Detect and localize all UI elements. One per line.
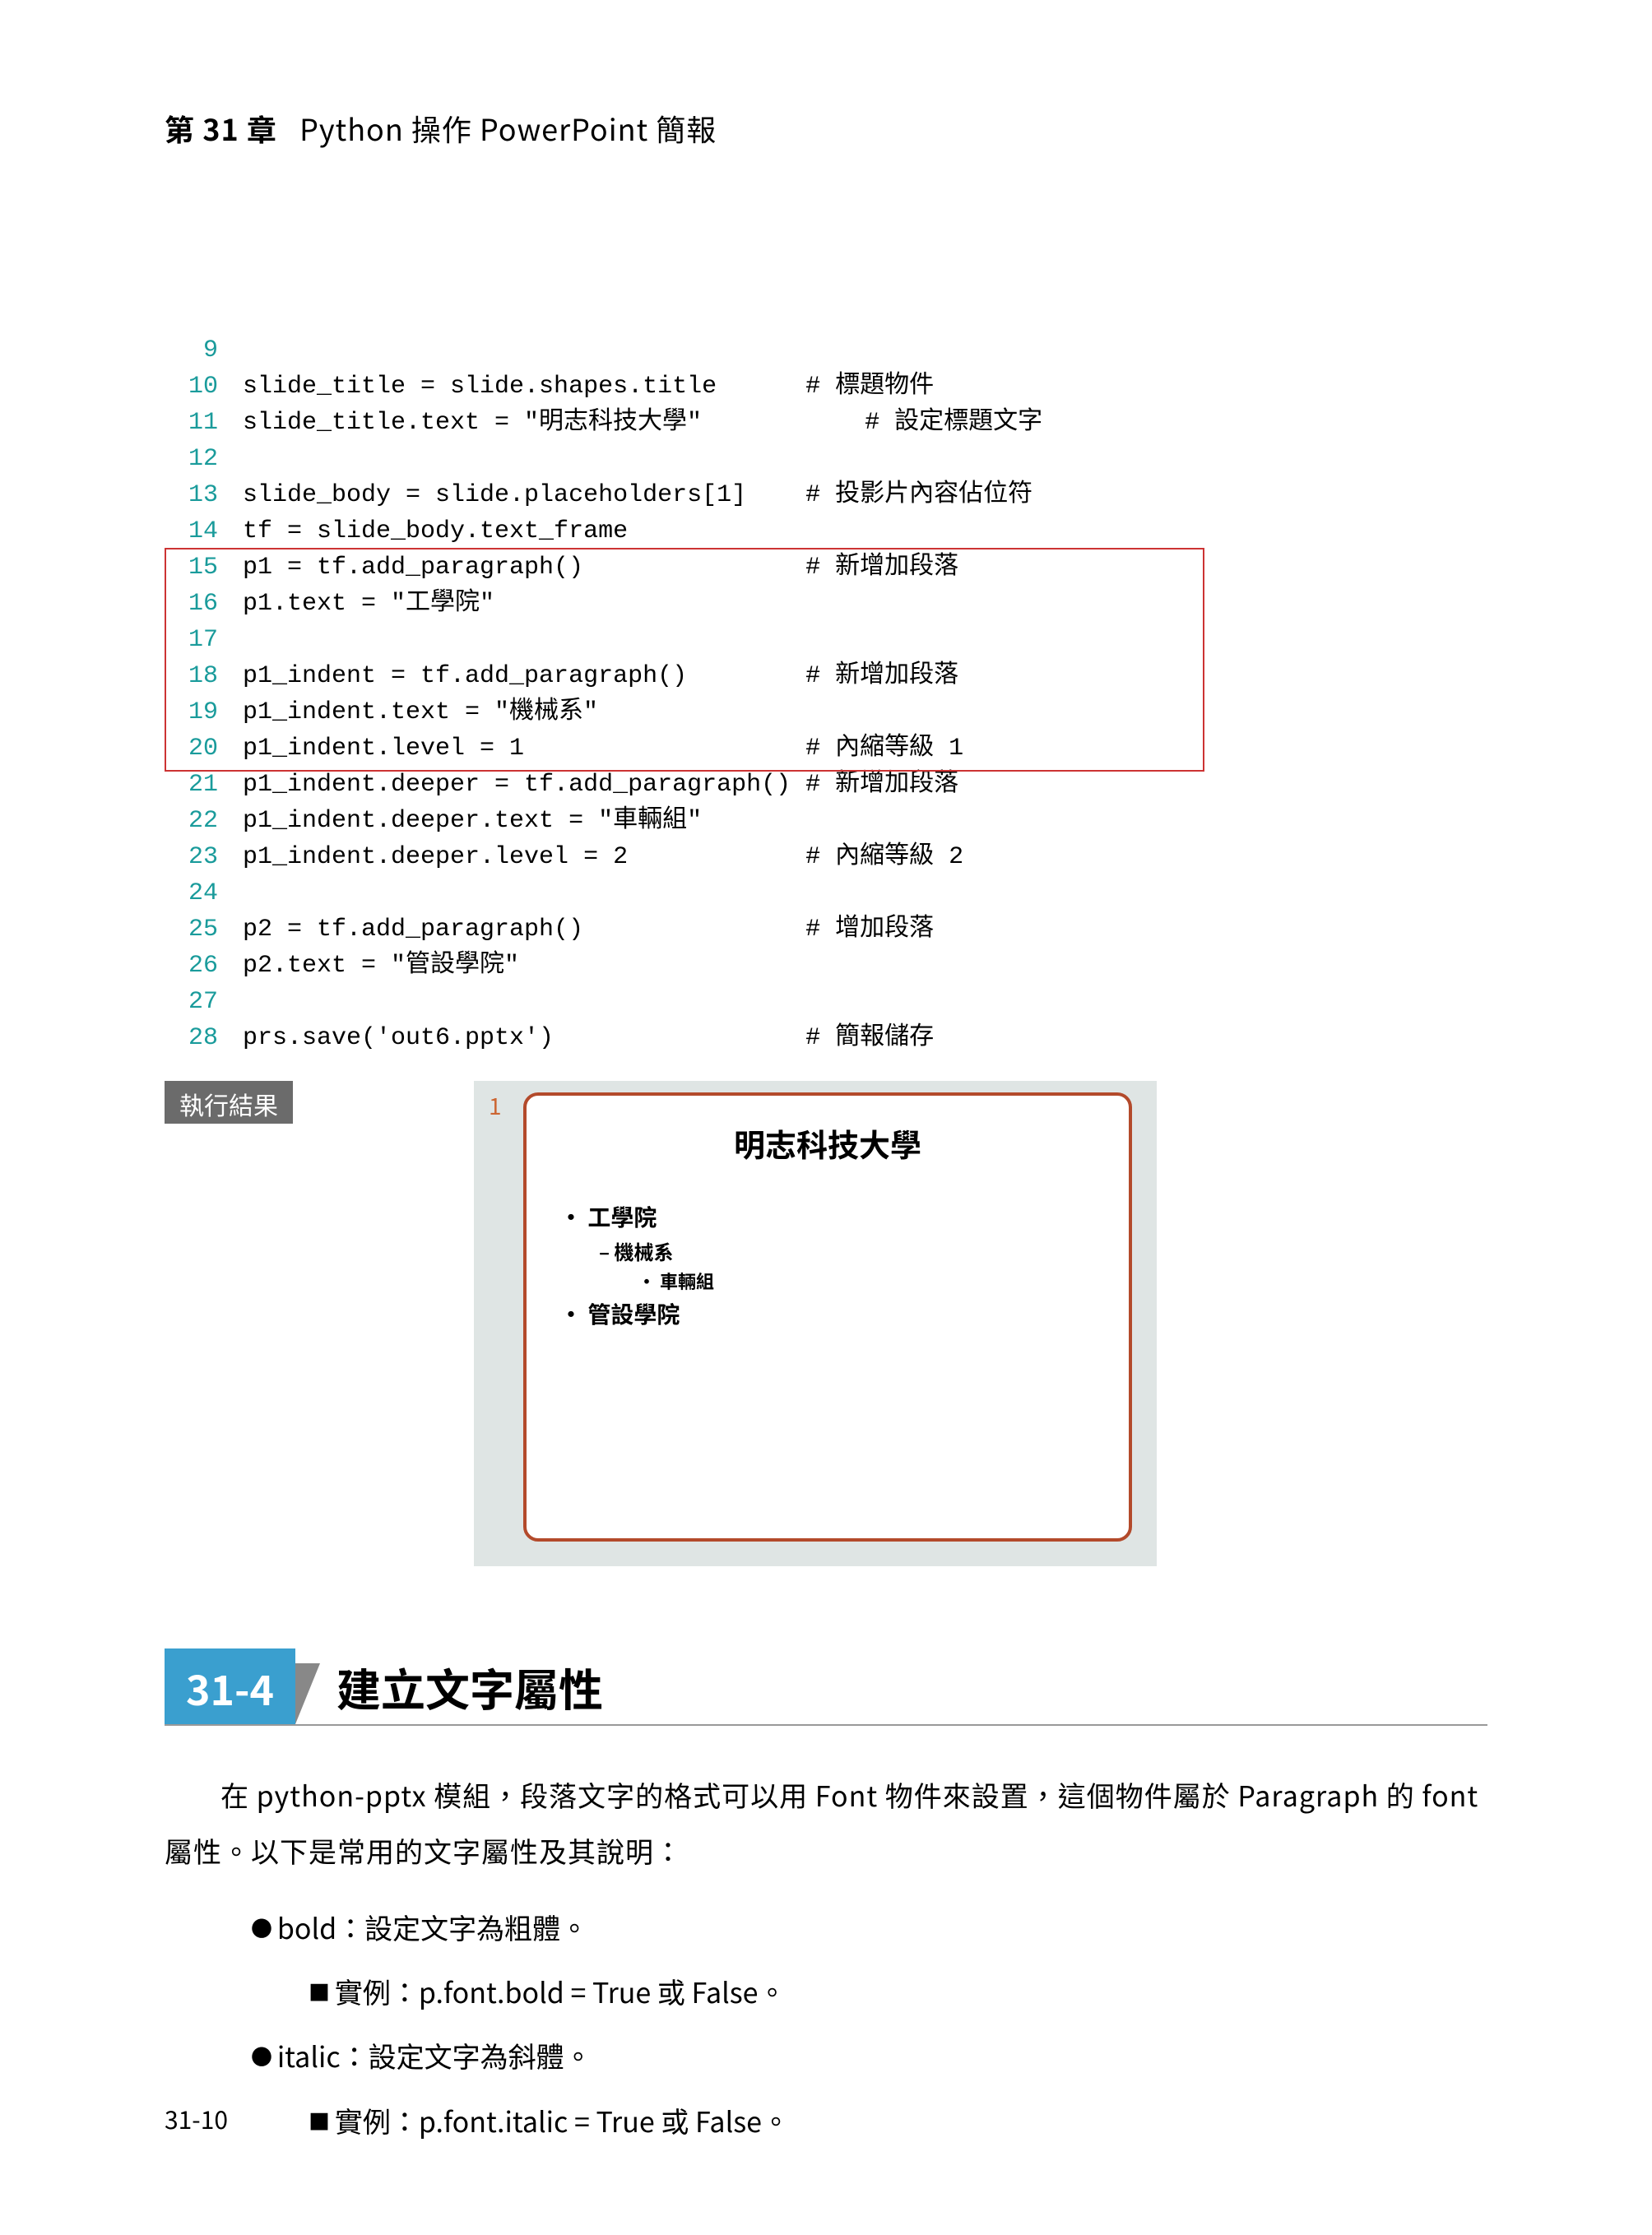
section-number: 31-4 bbox=[165, 1648, 295, 1724]
list-item: 實例：p.font.bold = True 或 False。 bbox=[165, 1959, 1487, 2024]
chapter-suffix: 章 bbox=[247, 107, 277, 150]
code-line: 26p2.text = "管設學院" bbox=[173, 948, 1487, 984]
slide-content-box: 明志科技大學 工學院機械系車輛組管設學院 bbox=[523, 1092, 1132, 1542]
section-triangle-icon bbox=[295, 1663, 320, 1724]
code-line: 19p1_indent.text = "機械系" bbox=[173, 694, 1487, 730]
code-line: 22p1_indent.deeper.text = "車輛組" bbox=[173, 803, 1487, 839]
code-line: 20p1_indent.level = 1 # 內縮等級 1 bbox=[173, 730, 1487, 767]
code-line: 17 bbox=[173, 622, 1487, 658]
attribute-list: bold：設定文字為粗體。實例：p.font.bold = True 或 Fal… bbox=[165, 1895, 1487, 2153]
code-line: 11slide_title.text = "明志科技大學" # 設定標題文字 bbox=[173, 405, 1487, 441]
code-line: 23p1_indent.deeper.level = 2 # 內縮等級 2 bbox=[173, 839, 1487, 875]
code-line: 9 bbox=[173, 332, 1487, 369]
list-item: bold：設定文字為粗體。 bbox=[165, 1895, 1487, 1959]
code-line: 16p1.text = "工學院" bbox=[173, 586, 1487, 622]
code-line: 25p2 = tf.add_paragraph() # 增加段落 bbox=[173, 911, 1487, 948]
page-number: 31-10 bbox=[165, 2100, 228, 2136]
chapter-title: Python 操作 PowerPoint 簡報 bbox=[299, 107, 717, 150]
section-title: 建立文字屬性 bbox=[336, 1654, 603, 1724]
section-heading: 31-4 建立文字屬性 bbox=[165, 1648, 1487, 1726]
code-line: 28prs.save('out6.pptx') # 簡報儲存 bbox=[173, 1020, 1487, 1056]
slide-list-item: 工學院 bbox=[559, 1199, 1096, 1236]
code-line: 10slide_title = slide.shapes.title # 標題物… bbox=[173, 369, 1487, 405]
chapter-prefix: 第 bbox=[165, 107, 195, 150]
result-label: 執行結果 bbox=[165, 1081, 293, 1124]
chapter-header: 第 31 章 Python 操作 PowerPoint 簡報 bbox=[165, 107, 1487, 150]
slide-thumbnail: 1 明志科技大學 工學院機械系車輛組管設學院 bbox=[474, 1081, 1157, 1566]
code-line: 12 bbox=[173, 441, 1487, 477]
slide-body: 工學院機械系車輛組管設學院 bbox=[559, 1199, 1096, 1333]
code-line: 15p1 = tf.add_paragraph() # 新增加段落 bbox=[173, 549, 1487, 586]
slide-number: 1 bbox=[489, 1089, 502, 1122]
code-listing: 910slide_title = slide.shapes.title # 標題… bbox=[165, 224, 1487, 1056]
slide-list-item: 管設學院 bbox=[559, 1296, 1096, 1333]
list-item: 實例：p.font.italic = True 或 False。 bbox=[165, 2089, 1487, 2153]
code-line: 24 bbox=[173, 875, 1487, 911]
chapter-number: 31 bbox=[202, 107, 239, 150]
code-line: 14tf = slide_body.text_frame bbox=[173, 513, 1487, 549]
code-line: 13slide_body = slide.placeholders[1] # 投… bbox=[173, 477, 1487, 513]
code-line: 27 bbox=[173, 984, 1487, 1020]
code-line: 18p1_indent = tf.add_paragraph() # 新增加段落 bbox=[173, 658, 1487, 694]
body-paragraph: 在 python-pptx 模組，段落文字的格式可以用 Font 物件來設置，這… bbox=[165, 1767, 1487, 1879]
slide-list-item: 機械系 bbox=[599, 1236, 1096, 1267]
slide-title: 明志科技大學 bbox=[559, 1120, 1096, 1166]
code-line: 21p1_indent.deeper = tf.add_paragraph() … bbox=[173, 767, 1487, 803]
list-item: italic：設定文字為斜體。 bbox=[165, 2024, 1487, 2088]
slide-list-item: 車輛組 bbox=[638, 1267, 1096, 1296]
